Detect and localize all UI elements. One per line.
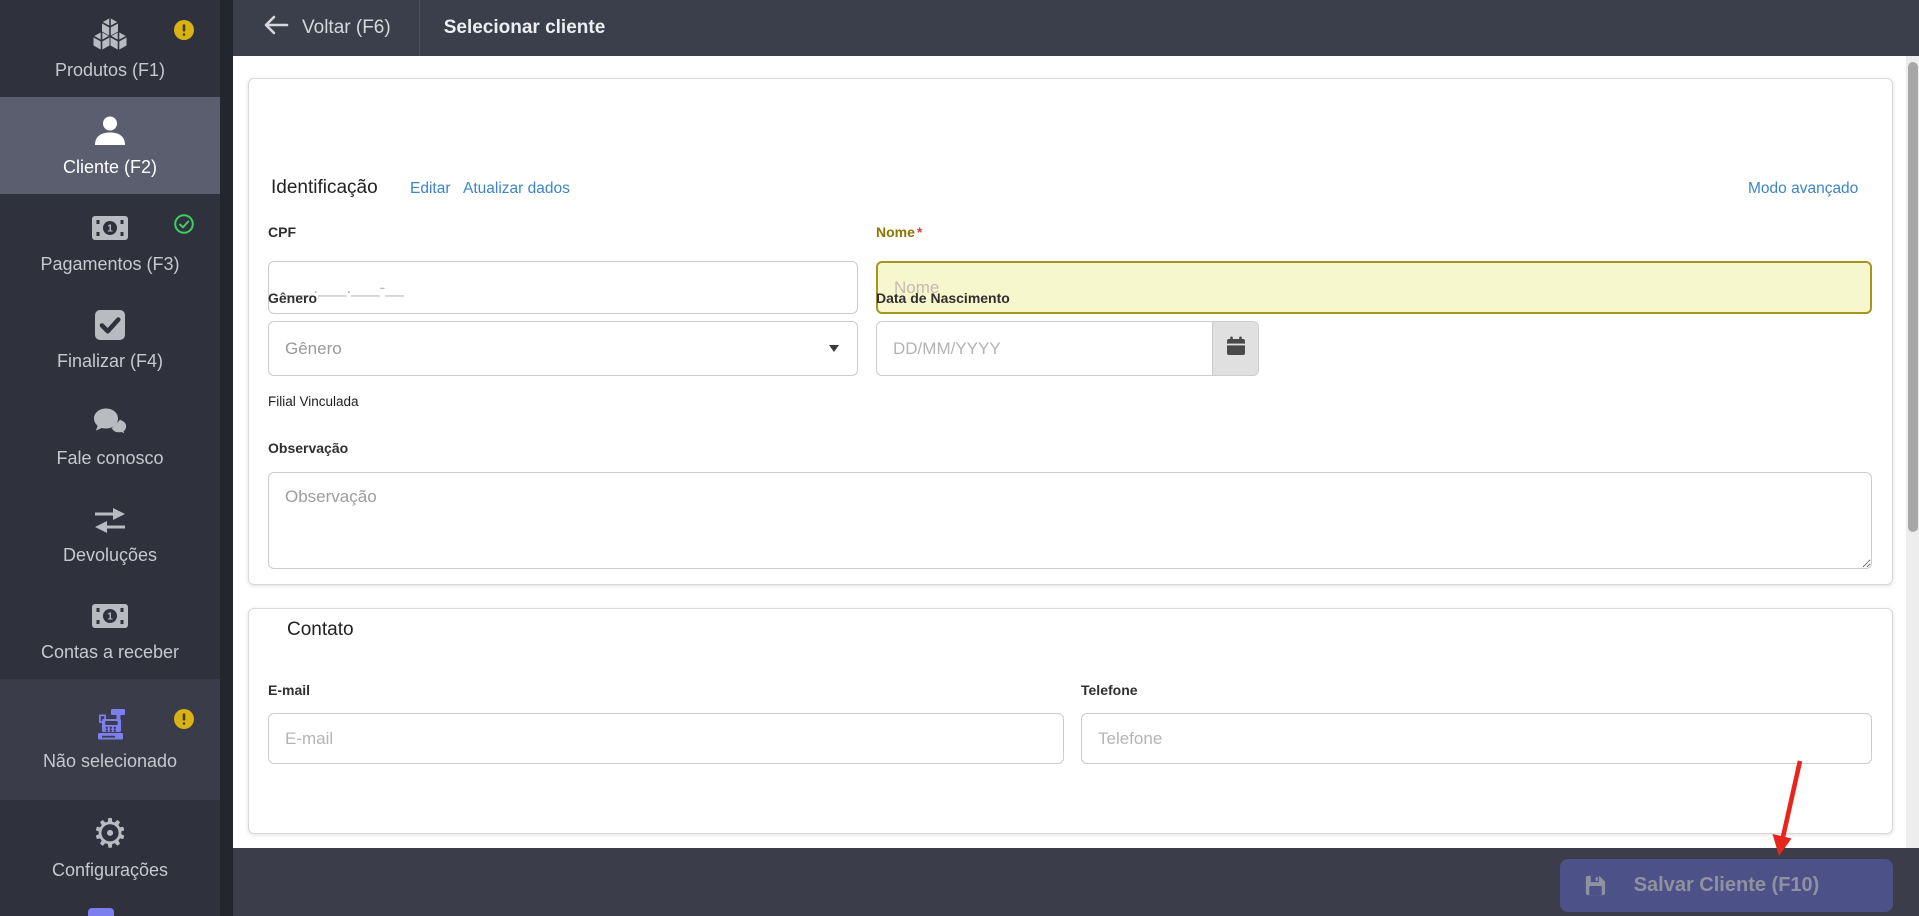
sidebar-item-label: Pagamentos (F3) (40, 254, 180, 274)
save-floppy-icon (1584, 874, 1607, 902)
success-badge-icon (174, 214, 194, 234)
warning-badge-icon (174, 20, 194, 40)
check-square-icon (94, 307, 126, 343)
nascimento-input[interactable] (876, 321, 1213, 376)
observacao-label: Observação (268, 440, 349, 456)
contact-card: Contato E-mail Telefone (248, 608, 1893, 834)
gear-icon: ⚙ (92, 811, 128, 857)
sidebar-item-finalizar[interactable]: Finalizar (F4) (0, 291, 220, 388)
sidebar: Produtos (F1) Cliente (F2) 1 Pagamentos … (0, 0, 220, 916)
cash-register-icon (91, 707, 129, 743)
cubes-icon (91, 16, 129, 52)
sidebar-item-caixa-nao-selecionado[interactable]: Não selecionado (0, 679, 220, 800)
sidebar-item-pagamentos[interactable]: 1 Pagamentos (F3) (0, 194, 220, 291)
calendar-icon (1226, 336, 1246, 361)
warning-badge-icon (174, 709, 194, 729)
nome-input[interactable] (876, 261, 1872, 314)
money-bill-icon: 1 (91, 210, 129, 246)
sidebar-item-label: Não selecionado (42, 751, 178, 771)
cpf-label: CPF (268, 224, 296, 240)
sidebar-item-contas-a-receber[interactable]: 1 Contas a receber (0, 582, 220, 679)
telefone-input[interactable] (1081, 713, 1872, 764)
top-bar: Voltar (F6) Selecionar cliente (233, 0, 1919, 56)
sidebar-item-label: Fale conosco (56, 448, 164, 468)
identification-card: Identificação Editar Atualizar dados Mod… (248, 78, 1893, 585)
telefone-label: Telefone (1081, 682, 1138, 698)
scrollbar-thumb[interactable] (1907, 62, 1918, 532)
required-asterisk: * (916, 224, 923, 240)
sidebar-item-label: Contas a receber (40, 642, 180, 662)
sidebar-item-configuracoes[interactable]: ⚙ Configurações (0, 800, 220, 897)
genero-select[interactable]: Gênero (268, 321, 858, 376)
nascimento-label: Data de Nascimento (876, 290, 1010, 306)
sidebar-item-label: Devoluções (62, 545, 158, 565)
chevron-down-icon (829, 345, 839, 352)
comments-icon (91, 404, 129, 440)
money-bill-icon: 1 (91, 598, 129, 634)
advanced-mode-link[interactable]: Modo avançado (1748, 180, 1858, 198)
scrollbar-track[interactable] (1906, 56, 1919, 848)
svg-text:1: 1 (107, 612, 113, 623)
sidebar-item-label: Cliente (F2) (62, 157, 158, 177)
sidebar-item-devolucoes[interactable]: Devoluções (0, 485, 220, 582)
sidebar-item-label: Finalizar (F4) (56, 351, 163, 371)
genero-label: Gênero (268, 290, 318, 306)
sidebar-item-label: Produtos (F1) (54, 60, 166, 80)
section-title-identificacao: Identificação (271, 177, 378, 198)
save-client-label: Salvar Cliente (F10) (1633, 874, 1820, 896)
sidebar-item-label: Configurações (51, 860, 169, 880)
edit-link[interactable]: Editar (410, 180, 451, 198)
exchange-arrows-icon (92, 501, 128, 537)
email-input[interactable] (268, 713, 1064, 764)
user-icon (92, 113, 128, 149)
email-label: E-mail (268, 682, 311, 698)
arrow-left-icon (263, 15, 289, 41)
next-item-icon-sliver (88, 908, 114, 916)
sidebar-item-fale-conosco[interactable]: Fale conosco (0, 388, 220, 485)
calendar-button[interactable] (1213, 321, 1259, 376)
nome-label: Nome (876, 224, 915, 240)
save-client-button[interactable]: Salvar Cliente (F10) (1560, 859, 1893, 912)
sidebar-item-cliente[interactable]: Cliente (F2) (0, 97, 220, 194)
update-data-link[interactable]: Atualizar dados (463, 180, 570, 198)
page-title: Selecionar cliente (443, 17, 606, 38)
bottom-bar: Salvar Cliente (F10) (233, 848, 1919, 916)
back-button-label: Voltar (F6) (302, 17, 391, 38)
cpf-input[interactable] (268, 261, 858, 314)
observacao-textarea[interactable] (268, 472, 1872, 569)
sidebar-item-produtos[interactable]: Produtos (F1) (0, 0, 220, 97)
back-button[interactable]: Voltar (F6) (233, 0, 419, 56)
filial-vinculada-label: Filial Vinculada (268, 394, 359, 409)
genero-select-placeholder: Gênero (285, 338, 342, 358)
topbar-separator (418, 0, 420, 56)
svg-text:1: 1 (107, 224, 113, 235)
section-title-contato: Contato (287, 619, 354, 640)
sidebar-content-divider (220, 0, 233, 916)
